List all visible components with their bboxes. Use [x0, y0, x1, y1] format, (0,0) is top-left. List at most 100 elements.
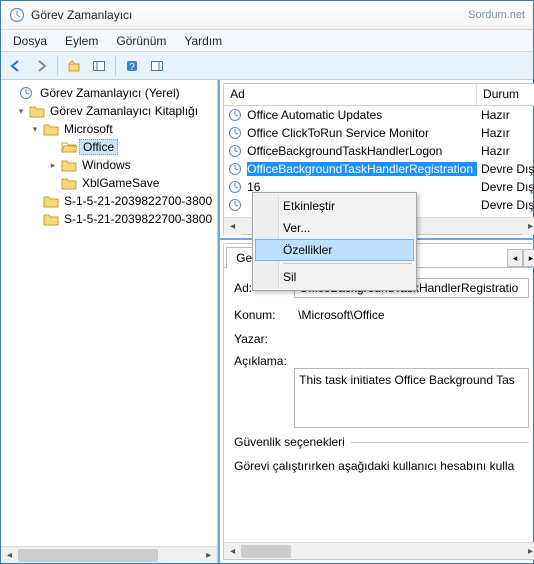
- menu-help[interactable]: Yardım: [176, 32, 230, 50]
- menu-enable[interactable]: Etkinleştir: [255, 195, 414, 217]
- details-hscrollbar[interactable]: ◂ ▸: [224, 542, 534, 559]
- task-name: OfficeBackgroundTaskHandlerRegistration: [247, 162, 477, 176]
- field-location: \Microsoft\Office: [294, 306, 529, 324]
- watermark: Sordum.net: [468, 9, 525, 21]
- back-button[interactable]: [5, 55, 27, 77]
- menu-delete[interactable]: Sil: [255, 266, 414, 288]
- task-icon: [228, 162, 244, 176]
- tree-hscrollbar[interactable]: ◂ ▸: [1, 546, 217, 563]
- scroll-right-icon[interactable]: ▸: [200, 547, 217, 564]
- folder-open-icon: [61, 140, 77, 154]
- folder-icon: [43, 194, 59, 208]
- task-icon: [228, 126, 244, 140]
- folder-icon: [43, 122, 59, 136]
- task-name: OfficeBackgroundTaskHandlerLogon: [247, 144, 477, 158]
- toolbar-sep: [115, 56, 116, 76]
- scroll-track[interactable]: [241, 543, 522, 560]
- task-row[interactable]: OfficeBackgroundTaskHandlerLogon Hazır: [224, 142, 534, 160]
- tree-item-label: Office: [79, 139, 118, 155]
- collapse-icon[interactable]: ▾: [15, 106, 27, 117]
- task-icon: [228, 180, 244, 194]
- column-status[interactable]: Durum: [477, 84, 534, 105]
- security-text: Görevi çalıştırırken aşağıdaki kullanıcı…: [234, 459, 529, 473]
- context-menu: Etkinleştir Ver... Özellikler Sil: [252, 192, 417, 291]
- tree-item[interactable]: XblGameSave: [3, 174, 215, 192]
- label-description: Açıklama:: [234, 354, 294, 368]
- menu-file[interactable]: Dosya: [5, 32, 55, 50]
- tree-root[interactable]: Görev Zamanlayıcı (Yerel): [3, 84, 215, 102]
- settings-panel-button[interactable]: [146, 55, 168, 77]
- task-status: Hazır: [477, 144, 534, 158]
- task-row[interactable]: OfficeBackgroundTaskHandlerRegistration …: [224, 160, 534, 178]
- window-title: Görev Zamanlayıcı: [31, 8, 468, 22]
- task-icon: [228, 144, 244, 158]
- task-name: Office Automatic Updates: [247, 108, 477, 122]
- toolbar-sep: [57, 56, 58, 76]
- tree-item[interactable]: ▸ Windows: [3, 156, 215, 174]
- scroll-thumb[interactable]: [241, 545, 291, 558]
- menu-separator: [283, 263, 412, 264]
- navigation-tree[interactable]: Görev Zamanlayıcı (Yerel) ▾ Görev Zamanl…: [1, 80, 217, 546]
- tree-item-label: Windows: [79, 158, 134, 172]
- task-status: Hazır: [477, 126, 534, 140]
- task-status: Devre Dışı: [477, 180, 534, 194]
- list-header: Ad Durum: [224, 84, 534, 106]
- task-status: Devre Dışı: [477, 198, 534, 212]
- task-icon: [228, 108, 244, 122]
- scroll-left-icon[interactable]: ◂: [224, 218, 241, 235]
- clock-icon: [19, 86, 35, 100]
- tree-item[interactable]: ▾ Microsoft: [3, 120, 215, 138]
- menu-bar: Dosya Eylem Görünüm Yardım: [1, 30, 533, 52]
- menu-view[interactable]: Görünüm: [108, 32, 174, 50]
- panel-toggle-button[interactable]: [88, 55, 110, 77]
- folder-icon: [29, 104, 45, 118]
- tree-item-label: S-1-5-21-2039822700-3800: [61, 212, 215, 226]
- tree-item[interactable]: ▾ Görev Zamanlayıcı Kitaplığı: [3, 102, 215, 120]
- menu-action[interactable]: Eylem: [57, 32, 106, 50]
- task-icon: [228, 198, 244, 212]
- task-row[interactable]: Office Automatic Updates Hazır: [224, 106, 534, 124]
- tree-item-label: Görev Zamanlayıcı (Yerel): [37, 86, 183, 100]
- tree-item[interactable]: S-1-5-21-2039822700-3800: [3, 192, 215, 210]
- scroll-track[interactable]: [18, 547, 200, 564]
- scroll-left-icon[interactable]: ◂: [224, 543, 241, 560]
- task-name: Office ClickToRun Service Monitor: [247, 126, 477, 140]
- app-icon: [9, 7, 25, 23]
- expand-icon[interactable]: ▸: [47, 160, 59, 171]
- up-button[interactable]: [63, 55, 85, 77]
- menu-export[interactable]: Ver...: [255, 217, 414, 239]
- label-location: Konum:: [234, 308, 294, 322]
- folder-icon: [61, 176, 77, 190]
- task-status: Devre Dışı: [477, 162, 534, 176]
- tree-item-label: XblGameSave: [79, 176, 162, 190]
- tree-item-label: Microsoft: [61, 122, 116, 136]
- column-name[interactable]: Ad: [224, 84, 477, 105]
- tab-scroll-left-icon[interactable]: ◂: [507, 249, 523, 267]
- scroll-thumb[interactable]: [18, 549, 158, 562]
- tab-general-content: Ad: OfficeBackgroundTaskHandlerRegistrat…: [224, 268, 534, 542]
- label-author: Yazar:: [234, 332, 294, 346]
- scroll-left-icon[interactable]: ◂: [1, 547, 18, 564]
- right-pane: Ad Durum Office Automatic Updates Hazır …: [218, 80, 534, 563]
- scroll-right-icon[interactable]: ▸: [522, 543, 534, 560]
- field-description: This task initiates Office Background Ta…: [294, 368, 529, 428]
- tree-item[interactable]: Office: [3, 138, 215, 156]
- tree-pane: Görev Zamanlayıcı (Yerel) ▾ Görev Zamanl…: [1, 80, 218, 563]
- scroll-right-icon[interactable]: ▸: [522, 218, 534, 235]
- folder-icon: [61, 158, 77, 172]
- folder-icon: [43, 212, 59, 226]
- tree-item-label: Görev Zamanlayıcı Kitaplığı: [47, 104, 201, 118]
- task-row[interactable]: Office ClickToRun Service Monitor Hazır: [224, 124, 534, 142]
- tab-scroll-right-icon[interactable]: ▸: [523, 249, 534, 267]
- field-author: [294, 337, 529, 341]
- title-bar: Görev Zamanlayıcı Sordum.net: [1, 1, 533, 30]
- task-status: Hazır: [477, 108, 534, 122]
- collapse-icon[interactable]: ▾: [29, 124, 41, 135]
- tree-item[interactable]: S-1-5-21-2039822700-3800: [3, 210, 215, 228]
- tree-item-label: S-1-5-21-2039822700-3800: [61, 194, 215, 208]
- forward-button[interactable]: [30, 55, 52, 77]
- menu-properties[interactable]: Özellikler: [255, 239, 414, 261]
- security-legend: Güvenlik seçenekleri: [234, 435, 351, 449]
- help-button[interactable]: ?: [121, 55, 143, 77]
- toolbar: ?: [1, 52, 533, 80]
